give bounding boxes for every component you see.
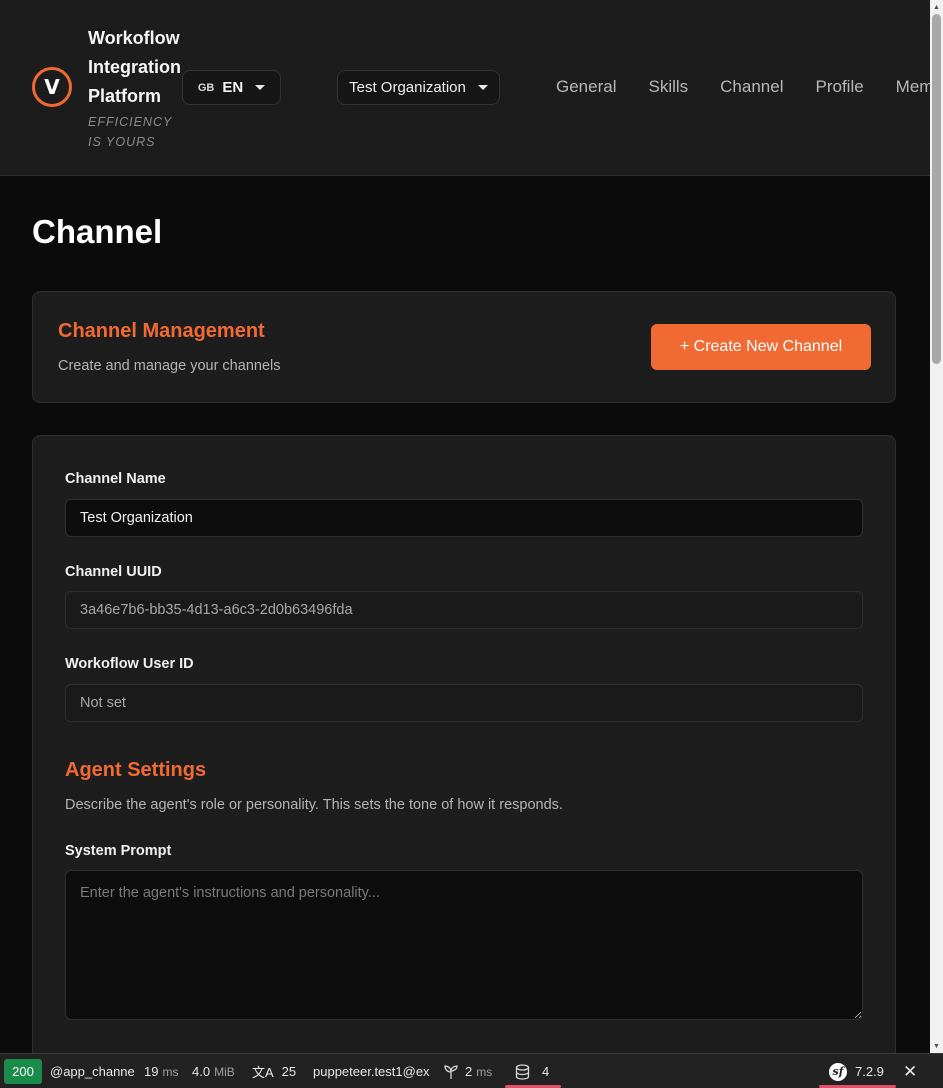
organization-name: Test Organization bbox=[349, 79, 466, 96]
channel-management-title: Channel Management bbox=[58, 320, 265, 342]
twig-time[interactable]: 2 ms bbox=[443, 1054, 492, 1088]
translate-icon: 文A bbox=[252, 1065, 274, 1080]
symfony-version-value: 7.2.9 bbox=[855, 1064, 884, 1079]
request-time-unit: ms bbox=[162, 1064, 179, 1079]
memory-unit: MiB bbox=[214, 1064, 235, 1079]
database-queries[interactable]: 4 bbox=[504, 1054, 562, 1088]
nav-item-members[interactable]: Mem bbox=[896, 77, 930, 97]
twig-time-value: 2 bbox=[465, 1064, 473, 1079]
channel-uuid-field[interactable]: 3a46e7b6-bb35-4d13-a6c3-2d0b63496fda bbox=[65, 591, 863, 629]
nav-item-general[interactable]: General bbox=[556, 77, 616, 97]
leaf-icon bbox=[444, 1064, 458, 1079]
nav-item-profile[interactable]: Profile bbox=[815, 77, 863, 97]
memory-value: 4.0 bbox=[192, 1064, 211, 1079]
chevron-down-icon bbox=[477, 85, 488, 90]
channel-uuid-label: Channel UUID bbox=[65, 564, 162, 580]
language-selector[interactable]: GB EN bbox=[182, 70, 281, 105]
create-channel-button[interactable]: + Create New Channel bbox=[651, 324, 871, 370]
logo-letter: V bbox=[44, 75, 60, 99]
page-title: Channel bbox=[32, 213, 163, 250]
twig-time-unit: ms bbox=[476, 1064, 493, 1079]
nav-item-skills[interactable]: Skills bbox=[648, 77, 688, 97]
security-user[interactable]: puppeteer.test1@ex bbox=[313, 1054, 433, 1088]
symfony-version[interactable]: sf 7.2.9 bbox=[819, 1054, 896, 1088]
user-id-field[interactable]: Not set bbox=[65, 684, 863, 722]
system-prompt-label: System Prompt bbox=[65, 843, 172, 859]
route-name[interactable]: @app_channe bbox=[50, 1054, 135, 1088]
channel-management-card: Channel Management Create and manage you… bbox=[32, 291, 896, 403]
route-text: @app_channe bbox=[50, 1064, 135, 1079]
close-toolbar-button[interactable]: ✕ bbox=[903, 1054, 917, 1088]
user-id-label: Workoflow User ID bbox=[65, 656, 194, 672]
channel-name-field[interactable]: Test Organization bbox=[65, 499, 863, 537]
translation-count-value: 25 bbox=[281, 1064, 297, 1079]
flag-icon: GB bbox=[197, 81, 215, 94]
main-nav: General Skills Channel Profile Mem bbox=[556, 77, 930, 97]
organization-selector[interactable]: Test Organization bbox=[337, 70, 500, 105]
channel-management-subtitle: Create and manage your channels bbox=[58, 358, 281, 374]
user-email: puppeteer.test1@ex bbox=[313, 1064, 430, 1079]
memory-usage[interactable]: 4.0 MiB bbox=[192, 1054, 235, 1088]
translation-count[interactable]: 文A 25 bbox=[252, 1054, 296, 1088]
system-prompt-textarea[interactable] bbox=[65, 870, 863, 1020]
db-query-count: 4 bbox=[542, 1064, 550, 1079]
top-header: V Workoflow Integration Platform EFFICIE… bbox=[0, 0, 930, 176]
database-icon bbox=[515, 1063, 530, 1080]
symfony-logo-icon: sf bbox=[829, 1062, 847, 1081]
agent-settings-description: Describe the agent's role or personality… bbox=[65, 797, 563, 813]
scrollbar-thumb[interactable] bbox=[932, 14, 941, 364]
status-badge[interactable]: 200 bbox=[4, 1059, 42, 1084]
channel-name-label: Channel Name bbox=[65, 471, 166, 487]
scroll-down-icon[interactable]: ▼ bbox=[932, 1042, 941, 1050]
logo-icon[interactable]: V bbox=[32, 67, 72, 107]
channel-form-card: Channel Name Test Organization Channel U… bbox=[32, 435, 896, 1075]
brand-tagline: EFFICIENCY IS YOURS bbox=[88, 115, 173, 149]
language-code: EN bbox=[222, 79, 244, 96]
scroll-up-icon[interactable]: ▲ bbox=[932, 3, 941, 11]
close-icon: ✕ bbox=[903, 1061, 918, 1081]
nav-item-channel[interactable]: Channel bbox=[720, 77, 783, 97]
chevron-down-icon bbox=[255, 85, 266, 90]
request-time[interactable]: 19 ms bbox=[144, 1054, 178, 1088]
agent-settings-title: Agent Settings bbox=[65, 759, 207, 781]
debug-toolbar: 200 @app_channe 19 ms 4.0 MiB 文A 25 pupp… bbox=[0, 1053, 943, 1088]
request-time-value: 19 bbox=[144, 1064, 159, 1079]
